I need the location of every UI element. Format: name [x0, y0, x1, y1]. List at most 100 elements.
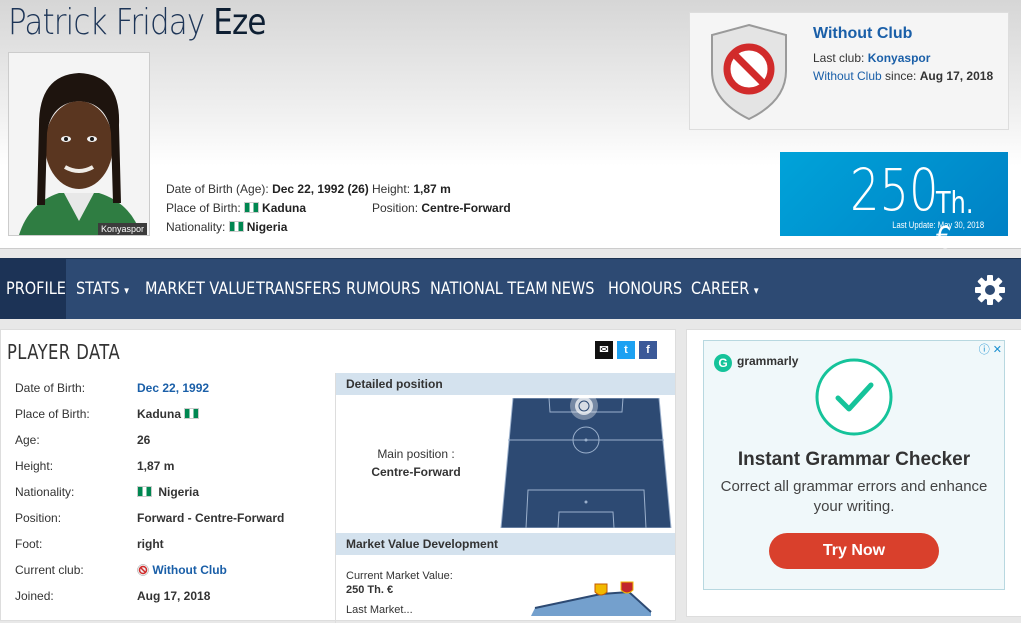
player-data-panel: PLAYER DATA ✉ t f Date of Birth: Dec 22,…	[0, 329, 676, 623]
nav-national-team[interactable]: NATIONAL TEAM	[430, 259, 548, 319]
nationality-text: Nigeria	[158, 485, 200, 499]
pob-value: Kaduna	[262, 201, 307, 215]
since-line: Without Club since: Aug 17, 2018	[813, 69, 993, 83]
nav-career-label: CAREER	[691, 279, 750, 299]
header-height: Height: 1,87 m	[372, 180, 511, 199]
nigeria-flag-icon	[228, 221, 244, 232]
header-nationality: Nationality: Nigeria	[166, 218, 369, 237]
player-photo-image	[9, 53, 149, 235]
height-value: 1,87 m	[413, 182, 451, 196]
current-club-link[interactable]: Without Club	[137, 560, 337, 580]
since-value: Aug 17, 2018	[919, 69, 994, 83]
advertisement[interactable]: ⓘ ✕ G grammarly Instant Grammar Checker …	[686, 329, 1021, 617]
ad-brand: grammarly	[737, 354, 799, 368]
player-last-name: Eze	[213, 2, 266, 43]
facebook-share-icon[interactable]: f	[639, 341, 657, 359]
nav-transfers[interactable]: TRANSFERS	[256, 259, 341, 319]
nav-market-value[interactable]: MARKET VALUE	[145, 259, 255, 319]
nigeria-flag-icon	[137, 486, 152, 497]
last-club-link[interactable]: Konyaspor	[868, 51, 931, 65]
detailed-position-header: Detailed position	[336, 373, 675, 395]
row-label: Place of Birth:	[15, 407, 90, 421]
try-now-button[interactable]: Try Now	[769, 533, 939, 569]
row-value: Forward - Centre-Forward	[137, 511, 285, 525]
position-value: Centre-Forward	[421, 201, 511, 215]
market-value-box[interactable]: 250 Th. € Last Update: May 30, 2018	[780, 152, 1008, 256]
row-label: Joined:	[15, 589, 54, 603]
dob-label: Date of Birth (Age):	[166, 182, 269, 196]
club-crest-icon	[594, 583, 608, 596]
mv-development-graph[interactable]	[521, 578, 671, 616]
pob-label: Place of Birth:	[166, 201, 241, 215]
last-mv-label: Last Market...	[346, 604, 413, 616]
header-dob: Date of Birth (Age): Dec 22, 1992 (26)	[166, 180, 369, 199]
row-label: Height:	[15, 459, 54, 473]
dob-value: Dec 22, 1992 (26)	[272, 182, 369, 196]
photo-caption: Konyaspor	[97, 223, 147, 235]
without-club-link[interactable]: Without Club	[813, 69, 882, 83]
header-pob: Place of Birth: Kaduna	[166, 199, 369, 218]
ad-body: Correct all grammar errors and enhance y…	[720, 478, 988, 515]
caret-down-icon: ▾	[124, 284, 129, 297]
row-label: Position:	[15, 511, 62, 525]
row-label: Foot:	[15, 537, 43, 551]
grammarly-logo-icon: G	[714, 354, 732, 372]
current-mv-value: 250 Th. €	[346, 584, 394, 596]
nigeria-flag-icon	[244, 202, 260, 213]
since-label: since:	[885, 69, 917, 83]
main-position-block: Main position : Centre-Forward	[336, 447, 496, 479]
nav-profile[interactable]: PROFILE	[6, 259, 66, 319]
row-label: Current club:	[15, 563, 84, 577]
position-pitch-diagram	[500, 398, 672, 528]
row-label: Age:	[15, 433, 40, 447]
club-status-title[interactable]: Without Club	[813, 25, 912, 43]
caret-down-icon: ▾	[753, 284, 759, 297]
row-label: Date of Birth:	[15, 381, 86, 395]
nav-news[interactable]: NEWS	[551, 259, 594, 319]
ad-banner[interactable]: ⓘ ✕ G grammarly Instant Grammar Checker …	[703, 340, 1005, 590]
player-data-title: PLAYER DATA	[7, 340, 121, 364]
market-value-amount: 250	[850, 156, 939, 224]
header-info-left: Date of Birth (Age): Dec 22, 1992 (26) P…	[166, 180, 369, 237]
row-value: right	[137, 537, 164, 551]
club-crest-icon	[620, 581, 634, 594]
twitter-share-icon[interactable]: t	[617, 341, 635, 359]
nav-career[interactable]: CAREER ▾	[691, 259, 759, 319]
main-nav: PROFILE STATS ▾ MARKET VALUE TRANSFERS R…	[0, 258, 1021, 319]
current-mv-label: Current Market Value:	[346, 570, 453, 582]
player-name: Patrick Friday Eze	[8, 2, 266, 43]
height-label: Height:	[372, 182, 411, 196]
pob-text: Kaduna	[137, 407, 182, 421]
nav-rumours[interactable]: RUMOURS	[346, 259, 420, 319]
gear-icon[interactable]	[974, 274, 1006, 306]
nav-stats[interactable]: STATS ▾	[76, 259, 129, 319]
nationality-label: Nationality:	[166, 220, 226, 234]
current-club-text: Without Club	[152, 563, 227, 577]
last-club-line: Last club: Konyaspor	[813, 51, 930, 65]
row-label: Nationality:	[15, 485, 75, 499]
row-value: Nigeria	[137, 482, 337, 502]
last-club-label: Last club:	[813, 51, 865, 65]
ad-choices-icon[interactable]: ⓘ ✕	[979, 341, 1002, 357]
checkmark-icon	[815, 358, 893, 436]
row-value: 1,87 m	[137, 459, 175, 473]
email-share-icon[interactable]: ✉	[595, 341, 613, 359]
position-label: Position:	[372, 201, 419, 215]
row-value: Aug 17, 2018	[137, 589, 211, 603]
market-value-development-header: Market Value Development	[336, 533, 675, 555]
ad-title: Instant Grammar Checker	[737, 449, 971, 470]
player-photo[interactable]: Konyaspor	[8, 52, 150, 236]
nav-stats-label: STATS	[76, 279, 120, 299]
row-value: 26	[137, 433, 151, 447]
main-position-label: Main position :	[377, 447, 455, 461]
market-value-update: Last Update: May 30, 2018	[892, 220, 984, 230]
dob-link[interactable]: Dec 22, 1992	[137, 378, 337, 398]
nationality-value: Nigeria	[246, 220, 288, 234]
row-value: Kaduna	[137, 404, 337, 424]
nav-honours[interactable]: HONOURS	[608, 259, 682, 319]
main-position-value: Centre-Forward	[371, 465, 461, 479]
nigeria-flag-icon	[184, 408, 200, 419]
header-info-right: Height: 1,87 m Position: Centre-Forward	[372, 180, 511, 218]
no-club-icon	[137, 564, 149, 576]
player-first-names: Patrick Friday	[8, 2, 205, 43]
